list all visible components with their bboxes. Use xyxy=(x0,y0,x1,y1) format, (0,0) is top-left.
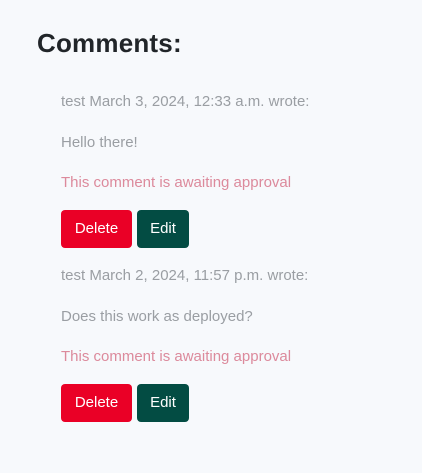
approval-status: This comment is awaiting approval xyxy=(61,348,292,365)
comment-meta: test March 2, 2024, 11:57 p.m. wrote: xyxy=(61,267,309,284)
comment-actions: Delete Edit xyxy=(61,384,189,422)
approval-status: This comment is awaiting approval xyxy=(61,174,292,191)
edit-comment-button[interactable]: Edit xyxy=(137,384,189,422)
comment-actions: Delete Edit xyxy=(61,210,189,248)
comments-page: Comments: test March 3, 2024, 12:33 a.m.… xyxy=(0,0,422,473)
delete-comment-button[interactable]: Delete xyxy=(61,210,132,248)
comment-body: Hello there! xyxy=(61,134,138,151)
delete-comment-button[interactable]: Delete xyxy=(61,384,132,422)
comment-body: Does this work as deployed? xyxy=(61,308,253,325)
comments-heading: Comments: xyxy=(37,28,182,58)
comment-meta: test March 3, 2024, 12:33 a.m. wrote: xyxy=(61,93,310,110)
edit-comment-button[interactable]: Edit xyxy=(137,210,189,248)
